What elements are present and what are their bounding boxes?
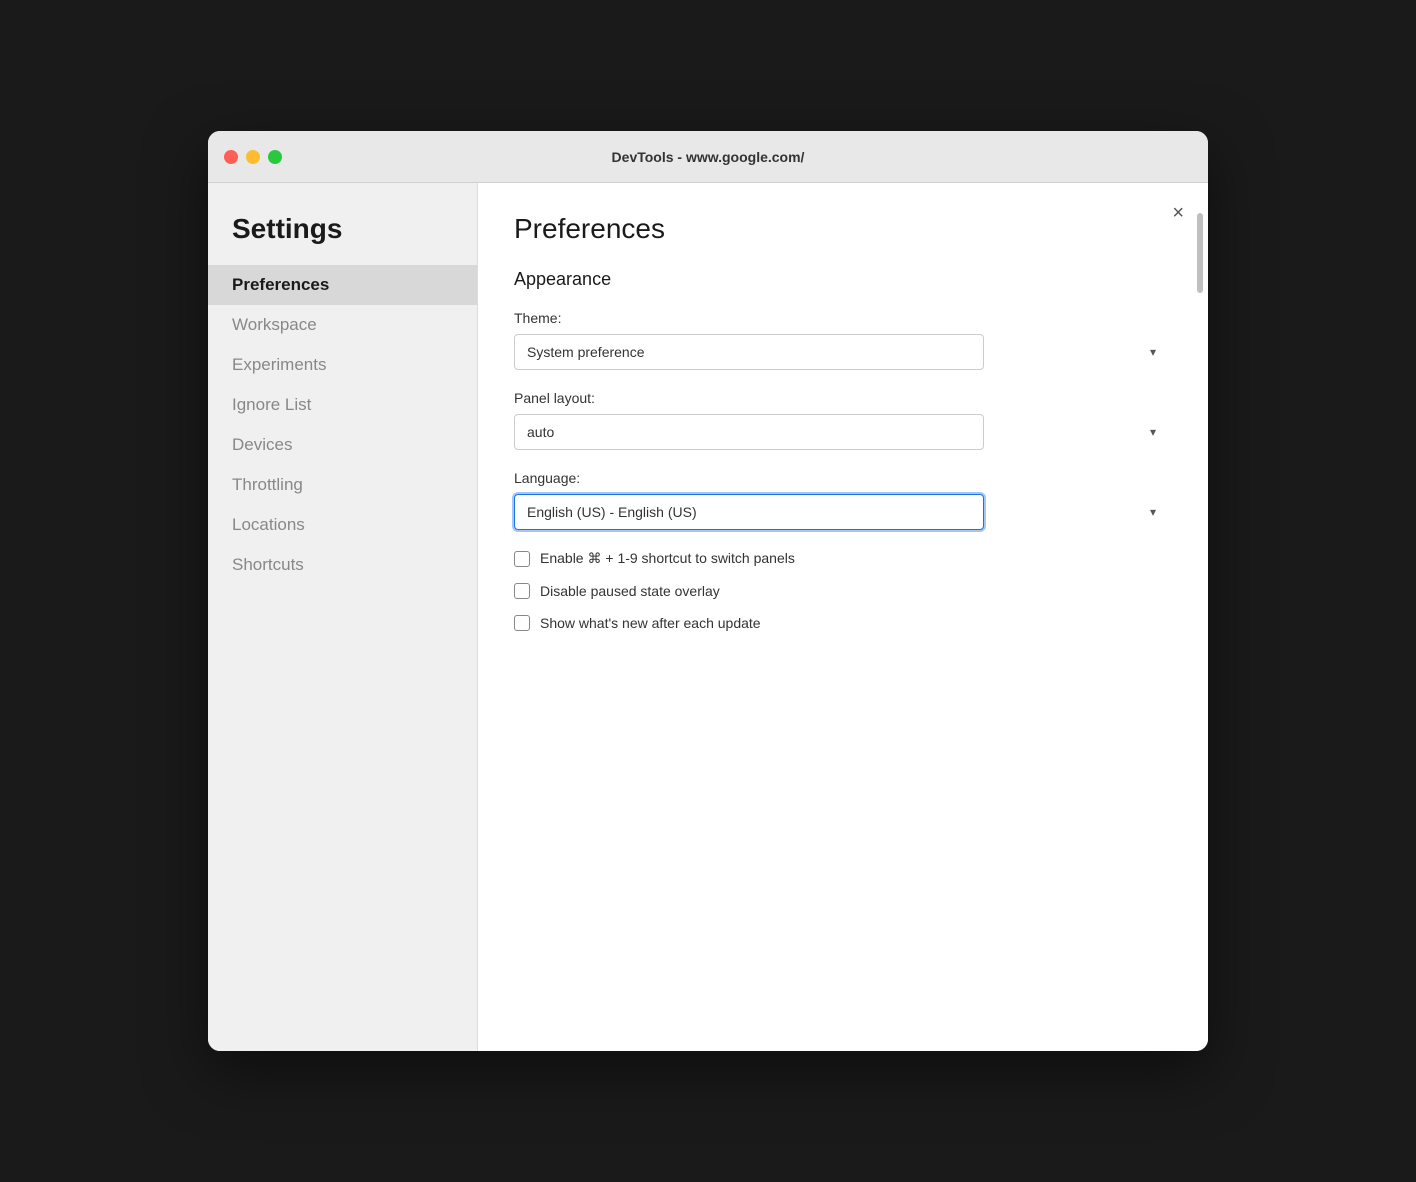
disable-paused-item[interactable]: Disable paused state overlay (514, 583, 1168, 599)
language-select[interactable]: English (US) - English (US) Deutsch Espa… (514, 494, 984, 530)
sidebar-item-ignore-list[interactable]: Ignore List (208, 385, 477, 425)
page-title: Preferences (514, 213, 1168, 245)
maximize-traffic-light[interactable] (268, 150, 282, 164)
sidebar-item-devices[interactable]: Devices (208, 425, 477, 465)
sidebar-item-locations[interactable]: Locations (208, 505, 477, 545)
devtools-window: DevTools - www.google.com/ Settings Pref… (208, 131, 1208, 1051)
traffic-lights (224, 150, 282, 164)
titlebar: DevTools - www.google.com/ (208, 131, 1208, 183)
appearance-section-title: Appearance (514, 269, 1168, 290)
main-content: × Preferences Appearance Theme: System p… (478, 183, 1208, 1051)
panel-layout-chevron-icon: ▾ (1150, 425, 1156, 439)
sidebar-item-shortcuts[interactable]: Shortcuts (208, 545, 477, 585)
theme-select[interactable]: System preference Light Dark (514, 334, 984, 370)
show-new-item[interactable]: Show what's new after each update (514, 615, 1168, 631)
shortcut-switch-label: Enable ⌘ + 1-9 shortcut to switch panels (540, 550, 795, 567)
sidebar: Settings Preferences Workspace Experimen… (208, 183, 478, 1051)
panel-layout-label: Panel layout: (514, 390, 1168, 406)
sidebar-item-workspace[interactable]: Workspace (208, 305, 477, 345)
window-title: DevTools - www.google.com/ (612, 149, 805, 165)
disable-paused-label: Disable paused state overlay (540, 583, 720, 599)
shortcut-switch-item[interactable]: Enable ⌘ + 1-9 shortcut to switch panels (514, 550, 1168, 567)
close-button[interactable]: × (1172, 203, 1184, 223)
language-chevron-icon: ▾ (1150, 505, 1156, 519)
disable-paused-checkbox[interactable] (514, 583, 530, 599)
window-body: Settings Preferences Workspace Experimen… (208, 183, 1208, 1051)
scrollbar-thumb[interactable] (1197, 213, 1203, 293)
theme-label: Theme: (514, 310, 1168, 326)
language-label: Language: (514, 470, 1168, 486)
minimize-traffic-light[interactable] (246, 150, 260, 164)
sidebar-heading: Settings (208, 213, 477, 265)
language-select-wrapper: English (US) - English (US) Deutsch Espa… (514, 494, 1168, 530)
theme-select-wrapper: System preference Light Dark ▾ (514, 334, 1168, 370)
scrollbar-track[interactable] (1196, 193, 1204, 1041)
sidebar-item-throttling[interactable]: Throttling (208, 465, 477, 505)
close-traffic-light[interactable] (224, 150, 238, 164)
shortcut-switch-checkbox[interactable] (514, 551, 530, 567)
sidebar-item-preferences[interactable]: Preferences (208, 265, 477, 305)
sidebar-item-experiments[interactable]: Experiments (208, 345, 477, 385)
panel-layout-select[interactable]: auto horizontal vertical (514, 414, 984, 450)
show-new-checkbox[interactable] (514, 615, 530, 631)
checkbox-group: Enable ⌘ + 1-9 shortcut to switch panels… (514, 550, 1168, 631)
show-new-label: Show what's new after each update (540, 615, 761, 631)
panel-layout-select-wrapper: auto horizontal vertical ▾ (514, 414, 1168, 450)
theme-chevron-icon: ▾ (1150, 345, 1156, 359)
